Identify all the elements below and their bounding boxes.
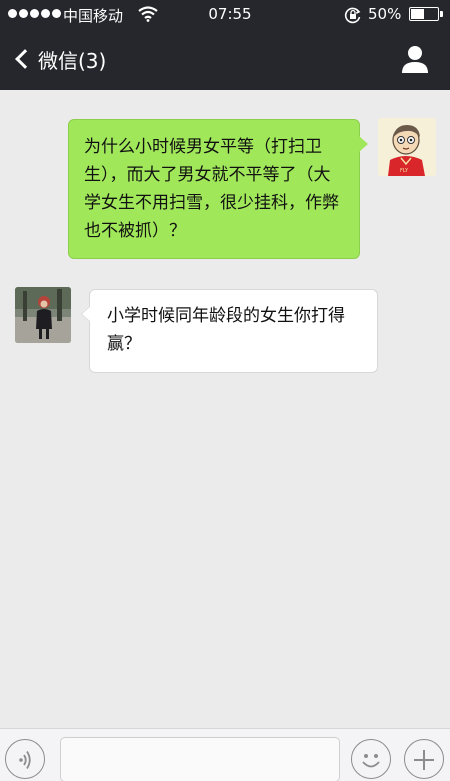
- signal-strength-icon: [8, 9, 61, 18]
- chat-profile-button[interactable]: [400, 44, 430, 74]
- voice-input-button[interactable]: [5, 739, 45, 779]
- status-time: 07:55: [208, 5, 252, 23]
- message-bubble-sent[interactable]: 为什么小时候男女平等（打扫卫生），而大了男女就不平等了（大学女生不用扫雪，很少挂…: [68, 119, 368, 259]
- svg-text:FLY: FLY: [400, 168, 409, 174]
- person-icon: [402, 46, 428, 73]
- message-bubble-received[interactable]: 小学时候同年龄段的女生你打得赢？: [81, 289, 378, 373]
- battery-percentage: 50%: [368, 5, 402, 23]
- message-text: 小学时候同年龄段的女生你打得赢？: [107, 306, 345, 354]
- my-avatar[interactable]: FLY: [378, 118, 436, 176]
- nav-bar: 微信(3): [0, 28, 450, 90]
- back-button[interactable]: 微信(3): [12, 43, 106, 75]
- chevron-left-icon: [15, 49, 35, 69]
- battery-icon: [409, 7, 443, 21]
- contact-avatar[interactable]: [15, 287, 71, 343]
- smiley-icon: [362, 754, 380, 768]
- more-options-button[interactable]: [404, 739, 444, 779]
- message-text: 为什么小时候男女平等（打扫卫生），而大了男女就不平等了（大学女生不用扫雪，很少挂…: [84, 137, 339, 241]
- voice-icon: [19, 751, 31, 769]
- carrier-name: 中国移动: [63, 7, 124, 25]
- emoji-button[interactable]: [351, 739, 391, 779]
- chat-area[interactable]: FLY 为什么小时候男女平等（打扫卫生），而大了男女就不平等了（大学女生不用扫雪…: [0, 90, 450, 728]
- rotation-lock-icon: [344, 6, 362, 28]
- message-input[interactable]: [60, 737, 340, 781]
- status-bar: 中国移动 07:55 50%: [0, 0, 450, 28]
- plus-icon: [414, 750, 434, 770]
- input-bar: [0, 728, 450, 781]
- back-label: 微信(3): [38, 48, 107, 73]
- wifi-icon: [138, 6, 158, 26]
